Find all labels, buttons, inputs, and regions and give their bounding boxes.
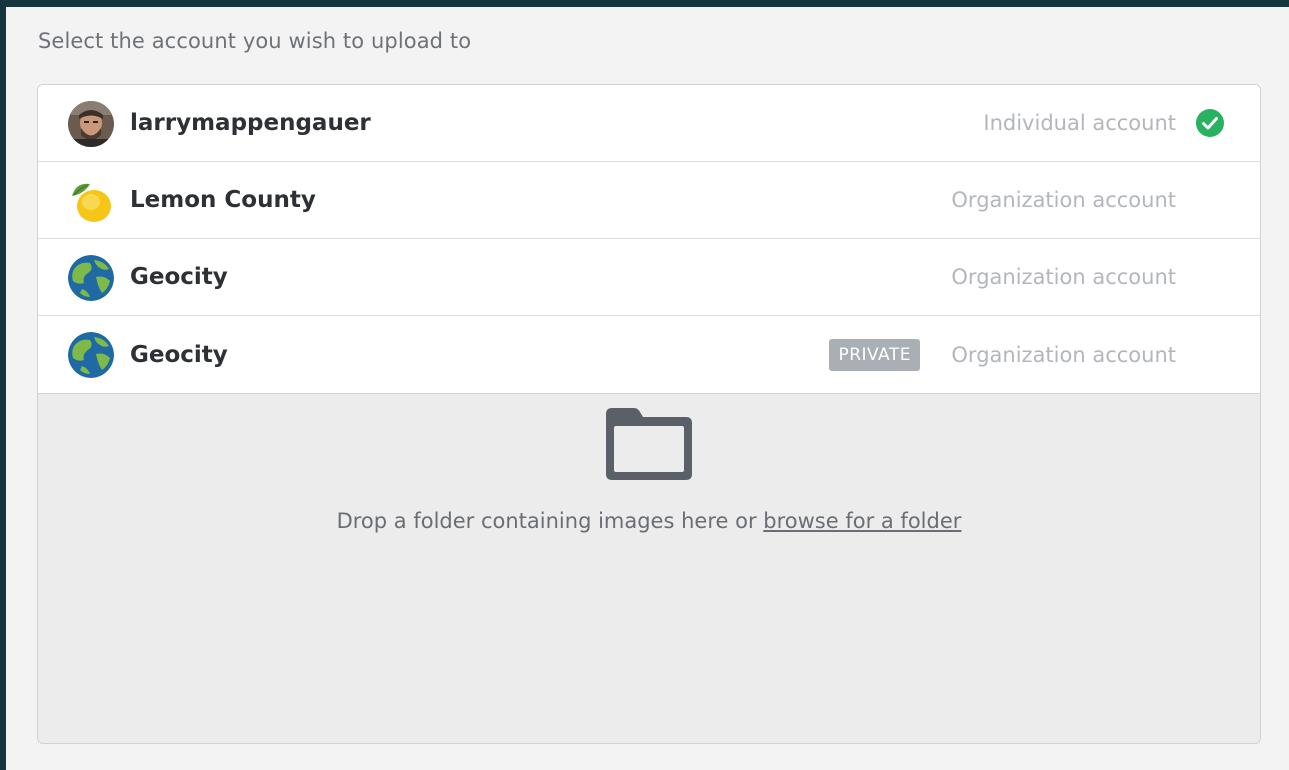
upload-panel: Select the account you wish to upload to [6,7,1289,770]
account-name: Geocity [130,341,228,368]
account-prompt: Select the account you wish to upload to [38,29,472,53]
account-type-label: Organization account [951,188,1176,212]
account-row-lemon-county[interactable]: Lemon County Organization account [38,162,1260,239]
account-list: larrymappengauer Individual account Lemo… [38,85,1260,394]
lemon-logo-icon [68,178,114,224]
account-row-geocity[interactable]: Geocity Organization account [38,239,1260,316]
account-name: Geocity [130,264,228,290]
globe-logo-icon [68,255,114,301]
account-row-larrymappengauer[interactable]: larrymappengauer Individual account [38,85,1260,162]
globe-logo-icon [68,332,114,378]
uploader-box: larrymappengauer Individual account Lemo… [37,84,1261,744]
account-type-label: Organization account [951,342,1176,367]
account-type-label: Organization account [951,265,1176,289]
account-name: Lemon County [130,187,316,213]
browse-folder-link[interactable]: browse for a folder [763,509,961,533]
account-row-geocity-private[interactable]: Geocity PRIVATE Organization account [38,316,1260,393]
user-avatar [68,101,114,147]
drop-text: Drop a folder containing images here or [336,509,757,533]
folder-drop-zone[interactable]: Drop a folder containing images here or … [38,394,1260,739]
drop-instructions: Drop a folder containing images here or … [38,509,1260,533]
account-name: larrymappengauer [130,110,371,136]
private-badge: PRIVATE [829,338,920,371]
account-type-label: Individual account [983,111,1176,135]
folder-icon [606,408,692,480]
selected-check-icon [1196,109,1224,137]
